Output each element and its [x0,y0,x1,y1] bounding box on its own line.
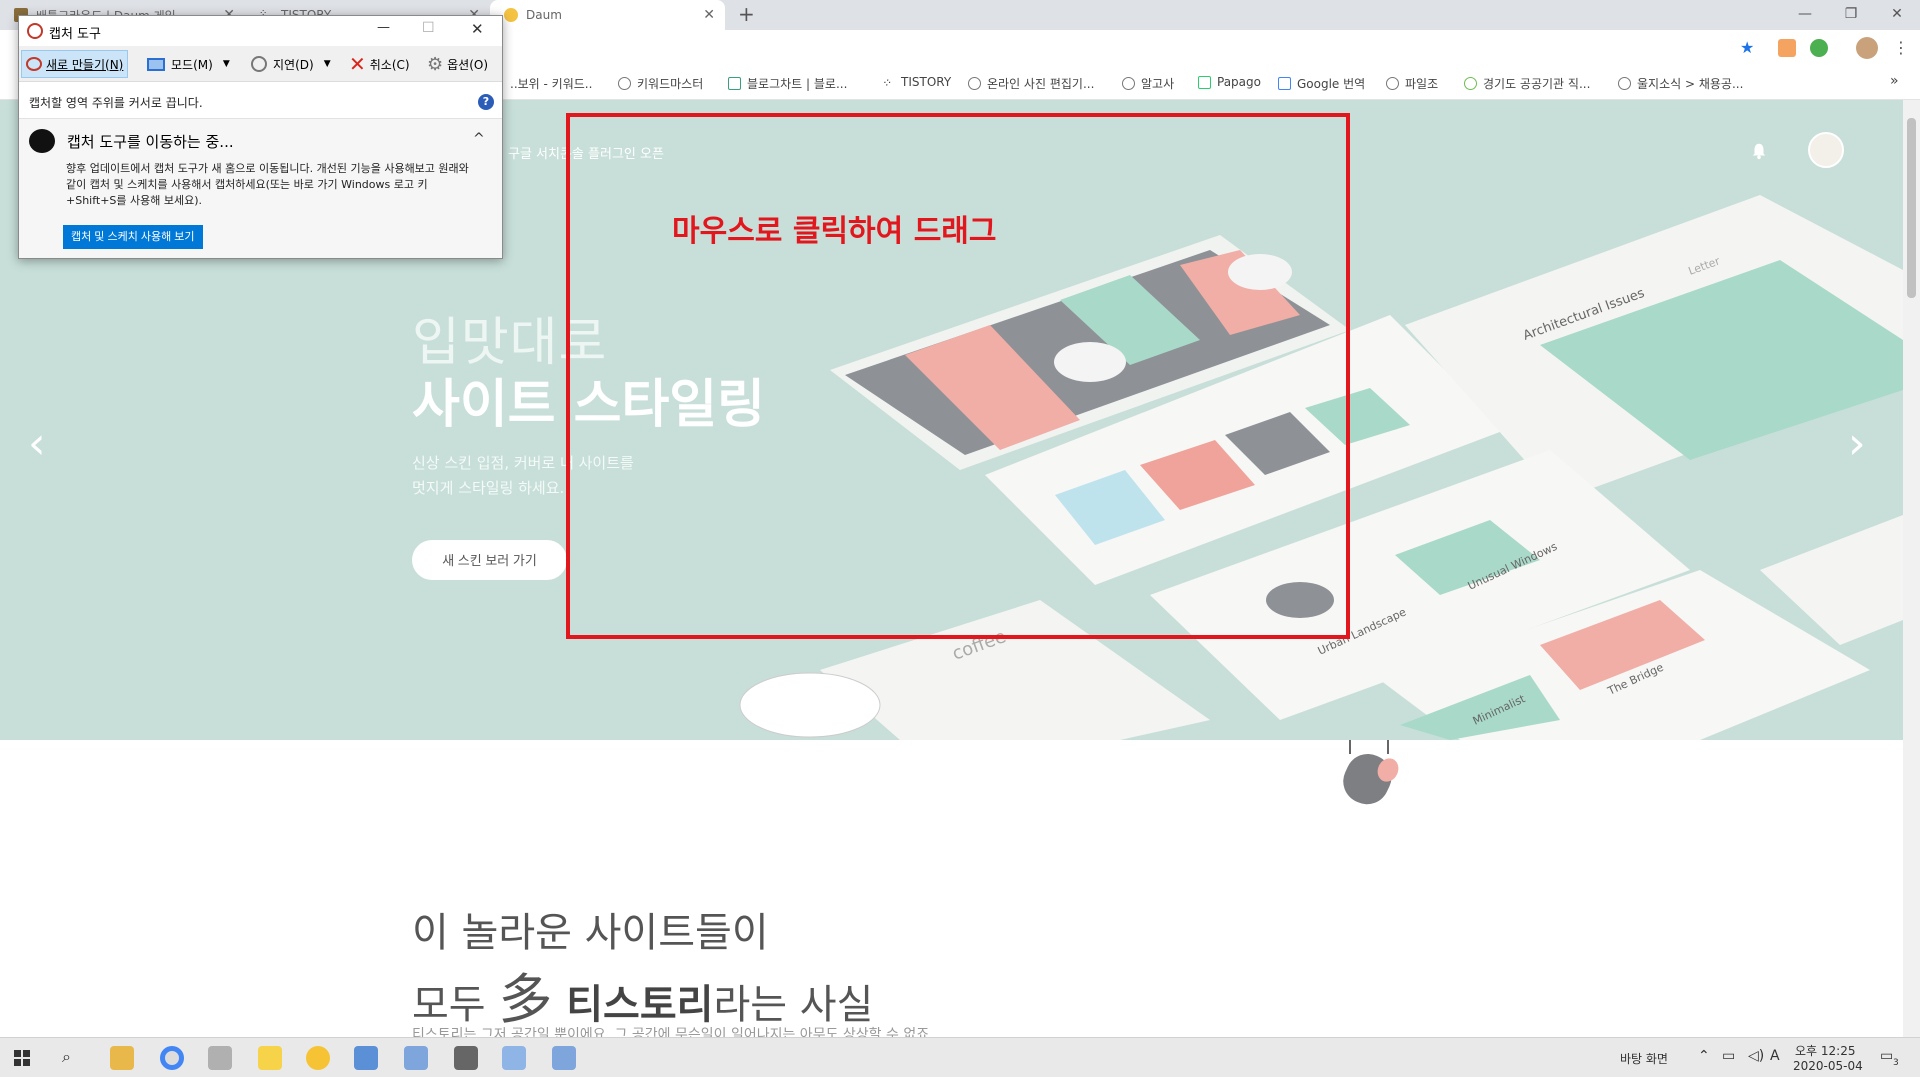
daum-icon [504,8,518,22]
google-translate-icon [1278,77,1291,90]
new-capture-button[interactable]: 새로 만들기(N) [21,50,129,78]
notification-center-icon[interactable]: ▭ [1880,1048,1893,1064]
leaf-icon [1464,77,1477,90]
collapse-icon[interactable]: ^ [473,131,485,147]
hwp-icon[interactable] [552,1046,576,1070]
paint-icon[interactable] [208,1046,232,1070]
close-tab-icon[interactable]: ✕ [703,7,715,23]
cancel-x-icon: ✕ [349,52,366,76]
capture-hint: 캡처할 영역 주위를 커서로 끕니다. [29,96,203,110]
bookmark-item[interactable]: 키워드마스터 [618,75,703,92]
moving-notice-panel: 캡처 도구를 이동하는 중... ^ 향후 업데이트에서 캡처 도구가 새 홈으… [19,118,502,258]
close-browser-button[interactable]: ✕ [1874,2,1920,26]
section-title-line1: 이 놀라운 사이트들이 [412,910,769,956]
user-avatar[interactable] [1808,132,1844,168]
panel-body-text: 향후 업데이트에서 캡처 도구가 새 홈으로 이동됩니다. 개선된 기능을 사용… [66,162,469,207]
snip-sketch-icon [29,129,55,153]
ime-indicator[interactable]: A [1770,1048,1780,1064]
chevron-down-icon[interactable]: ▼ [324,59,331,69]
options-button[interactable]: ⚙ 옵션(O) [423,50,492,78]
mode-icon [147,57,165,71]
scroll-thumb[interactable] [1907,118,1916,298]
windows-taskbar: ⌕ 바탕 화면 ⌃ ▭ ◁) A 오후 12:25 2020-05-04 ▭ 3 [0,1037,1920,1077]
search-icon[interactable]: ⌕ [62,1047,71,1067]
bookmark-item[interactable]: ⁘ TISTORY [882,75,951,90]
clock-time[interactable]: 오후 12:25 [1795,1042,1855,1059]
lamp-illustration [1343,740,1399,805]
aperture-icon [968,77,981,90]
extension-icon[interactable] [1778,39,1796,57]
maximize-button: ☐ [422,20,435,36]
desktop-toolbar-label[interactable]: 바탕 화면 [1620,1050,1668,1067]
cancel-button[interactable]: ✕ 취소(C) [345,50,414,78]
bookmark-item[interactable]: 온라인 사진 편집기... [968,75,1094,92]
minimize-button[interactable]: — [377,20,390,35]
profile-avatar[interactable] [1856,37,1878,59]
globe-icon [1618,77,1631,90]
carousel-next-icon[interactable]: › [1848,418,1866,469]
file-explorer-icon[interactable] [110,1046,134,1070]
bookmark-item[interactable]: 알고사 [1122,75,1174,92]
tistory-icon: ⁘ [882,75,893,90]
bookmark-item[interactable]: Google 번역 [1278,75,1365,92]
chevron-down-icon[interactable]: ▼ [223,59,230,69]
bookmark-item[interactable]: 블로그차트 | 블로... [728,75,847,92]
snipping-tool-titlebar[interactable]: 캡처 도구 — ☐ ✕ [19,16,502,46]
try-snip-sketch-button[interactable]: 캡처 및 스케치 사용해 보기 [63,225,203,249]
volume-icon[interactable]: ◁) [1748,1048,1764,1064]
close-button[interactable]: ✕ [471,20,484,38]
menu-icon[interactable]: ⋮ [1893,38,1909,57]
hero-description-line2: 멋지게 스타일링 하세요. [412,479,565,497]
clock-date[interactable]: 2020-05-04 [1793,1059,1863,1073]
page-scrollbar[interactable] [1903,100,1920,1037]
view-new-skins-button[interactable]: 새 스킨 보러 가기 [412,540,567,580]
panel-title: 캡처 도구를 이동하는 중... [67,133,234,151]
section-title-line2: 모두 多 티스토리라는 사실 [412,968,874,1031]
mode-button[interactable]: 모드(M) ▼ [143,50,234,78]
extension-icon[interactable] [1810,39,1828,57]
tab-daum[interactable]: Daum ✕ [490,0,725,30]
media-player-icon[interactable] [306,1046,330,1070]
windows-start-icon[interactable] [14,1050,30,1066]
notepad-icon[interactable] [502,1046,526,1070]
capture-selection-rectangle [566,113,1350,639]
delay-button[interactable]: 지연(D) ▼ [247,50,335,78]
chart-icon [728,77,741,90]
network-icon[interactable]: ▭ [1722,1048,1735,1064]
chevron-up-icon[interactable]: ⌃ [1698,1048,1710,1064]
snipping-tool-window: 캡처 도구 — ☐ ✕ 새로 만들기(N) 모드(M) ▼ 지연(D) ▼ ✕ … [18,15,503,259]
help-icon[interactable]: ? [478,94,494,110]
scissors-icon [26,57,42,71]
bell-icon[interactable] [1750,142,1768,160]
bookmark-item[interactable]: Papago [1198,75,1261,89]
kakaotalk-icon[interactable] [258,1046,282,1070]
bookmark-item[interactable]: 경기도 공공기관 직... [1464,75,1590,92]
maximize-browser-button[interactable]: ❐ [1828,2,1874,26]
window-title: 캡처 도구 [49,27,101,42]
clock-icon [251,56,267,72]
bookmarks-overflow-button[interactable]: » [1890,73,1899,89]
minimize-browser-button[interactable]: — [1782,2,1828,26]
new-tab-button[interactable]: + [738,2,755,26]
filejo-icon [1386,77,1399,90]
drag-instruction-label: 마우스로 클릭하여 드래그 [672,214,997,249]
papago-icon [1198,75,1211,89]
globe-icon [618,77,631,90]
hwp-icon[interactable] [404,1046,428,1070]
notification-count: 3 [1893,1058,1899,1068]
bookmark-item[interactable]: 파일조 [1386,75,1438,92]
calculator-icon[interactable] [454,1046,478,1070]
bookmark-item[interactable]: 울지소식 > 채용공... [1618,75,1743,92]
algosa-icon [1122,77,1135,90]
hwp-icon[interactable] [354,1046,378,1070]
carousel-prev-icon[interactable]: ‹ [28,418,46,469]
chrome-icon[interactable] [160,1046,184,1070]
bookmark-star-icon[interactable]: ★ [1740,38,1754,57]
mockup-circle [739,672,881,738]
tab-title: Daum [526,8,562,22]
bookmark-item[interactable]: ..보위 - 키워드.. [510,75,592,92]
snipping-toolbar: 새로 만들기(N) 모드(M) ▼ 지연(D) ▼ ✕ 취소(C) ⚙ 옵션(O… [19,46,502,82]
snipping-tool-icon [27,23,43,39]
gear-icon: ⚙ [427,53,444,75]
